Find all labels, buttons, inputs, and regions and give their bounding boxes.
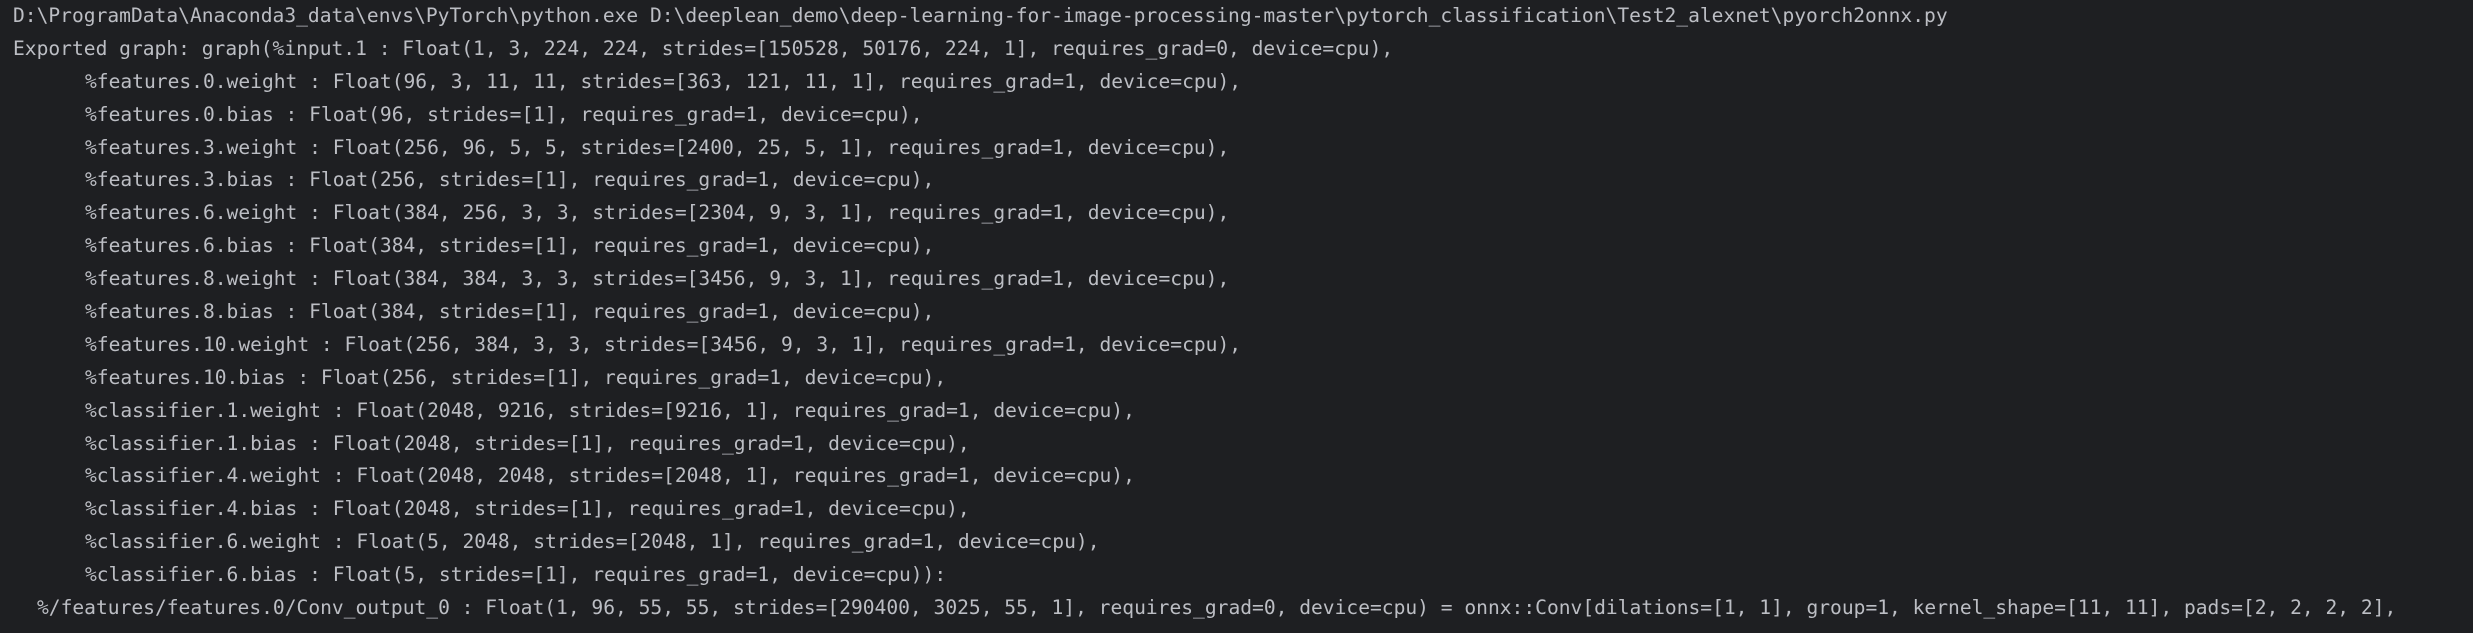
console-line: %features.6.bias : Float(384, strides=[1… [85,234,935,258]
console-line: %classifier.4.bias : Float(2048, strides… [85,497,970,521]
console-line: %features.3.bias : Float(256, strides=[1… [85,168,935,192]
console-line: %features.8.bias : Float(384, strides=[1… [85,300,935,324]
console-line: %classifier.1.bias : Float(2048, strides… [85,431,970,455]
console-line: %features.0.weight : Float(96, 3, 11, 11… [85,69,1242,93]
console-line: %features.3.weight : Float(256, 96, 5, 5… [85,135,1230,159]
console-line-command: D:\ProgramData\Anaconda3_data\envs\PyTor… [13,4,1948,27]
console-output[interactable]: D:\ProgramData\Anaconda3_data\envs\PyTor… [0,0,2473,633]
console-line: %classifier.6.weight : Float(5, 2048, st… [85,530,1100,554]
console-line: %classifier.6.bias : Float(5, strides=[1… [85,563,947,587]
console-line: %features.8.weight : Float(384, 384, 3, … [85,267,1230,291]
console-line: %classifier.1.weight : Float(2048, 9216,… [85,398,1135,422]
console-line-graph-header: Exported graph: graph(%input.1 : Float(1… [13,36,1394,60]
console-line: %features.10.bias : Float(256, strides=[… [85,365,947,389]
console-line: %features.6.weight : Float(384, 256, 3, … [85,201,1230,225]
console-line: %/features/features.0/Conv_output_0 : Fl… [37,596,2397,620]
console-line: %features.0.bias : Float(96, strides=[1]… [85,102,923,126]
console-line: %classifier.4.weight : Float(2048, 2048,… [85,464,1135,488]
console-line: %features.10.weight : Float(256, 384, 3,… [85,332,1242,356]
